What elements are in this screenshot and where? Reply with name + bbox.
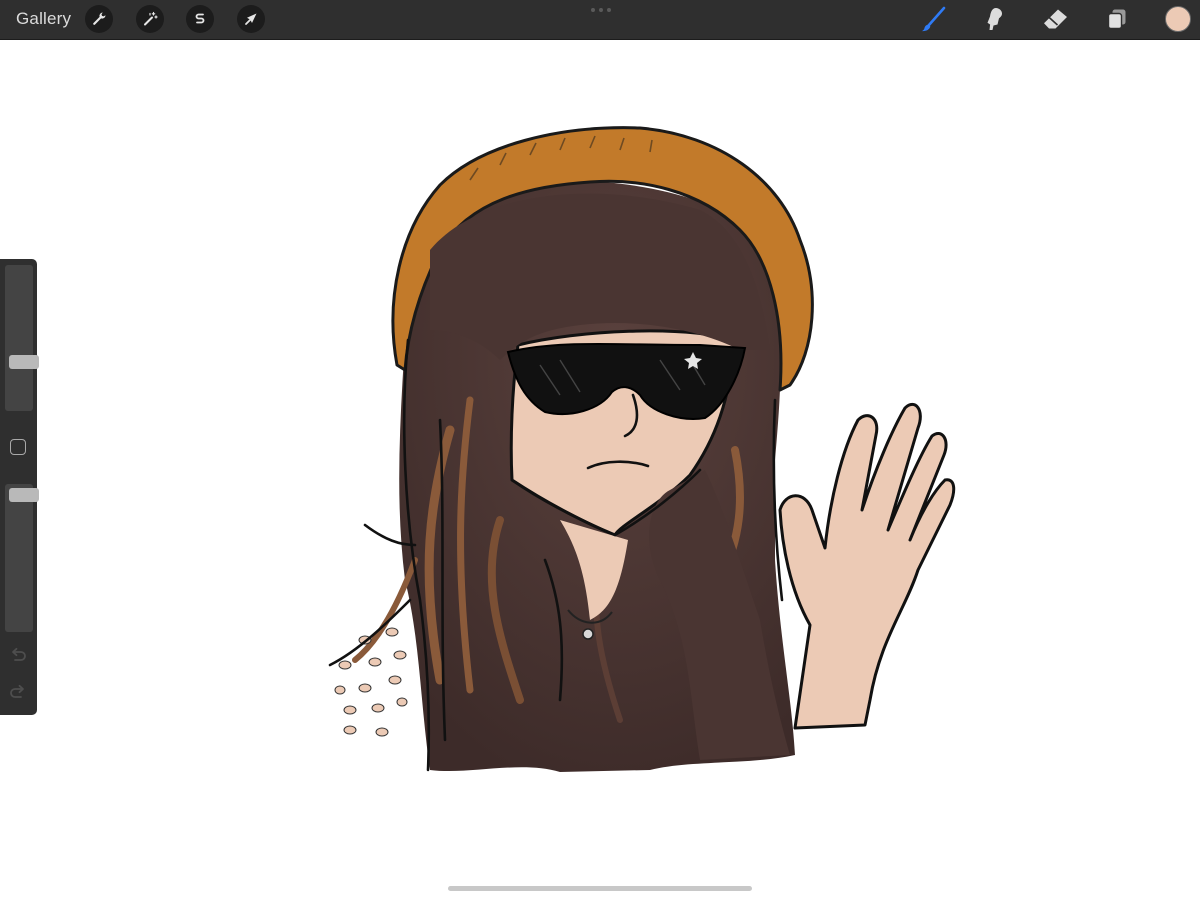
eraser-tool-button[interactable] — [1041, 5, 1069, 33]
selection-button[interactable] — [186, 5, 214, 33]
smudge-tool-button[interactable] — [980, 5, 1008, 33]
layers-icon — [1107, 9, 1126, 30]
transform-arrow-icon — [245, 13, 257, 25]
brush-icon — [921, 6, 946, 32]
eraser-icon — [1044, 9, 1067, 29]
waving-hand — [778, 402, 956, 730]
selection-icon — [195, 13, 205, 24]
brush-tool-button[interactable] — [919, 5, 947, 33]
adjustments-button[interactable] — [136, 5, 164, 33]
necklace-pendant — [582, 628, 594, 640]
home-indicator — [448, 886, 752, 891]
wrench-icon — [93, 12, 106, 25]
artwork — [328, 126, 956, 772]
transform-button[interactable] — [237, 5, 265, 33]
toolbar-handle[interactable] — [590, 8, 612, 14]
top-toolbar: Gallery — [0, 0, 1200, 40]
gallery-button[interactable]: Gallery — [16, 9, 71, 29]
actions-button[interactable] — [85, 5, 113, 33]
color-picker-button[interactable] — [1165, 6, 1191, 32]
drawing-canvas[interactable] — [0, 40, 1200, 899]
smudge-icon — [987, 8, 1002, 30]
layers-button[interactable] — [1103, 5, 1131, 33]
magic-wand-icon — [144, 11, 158, 26]
